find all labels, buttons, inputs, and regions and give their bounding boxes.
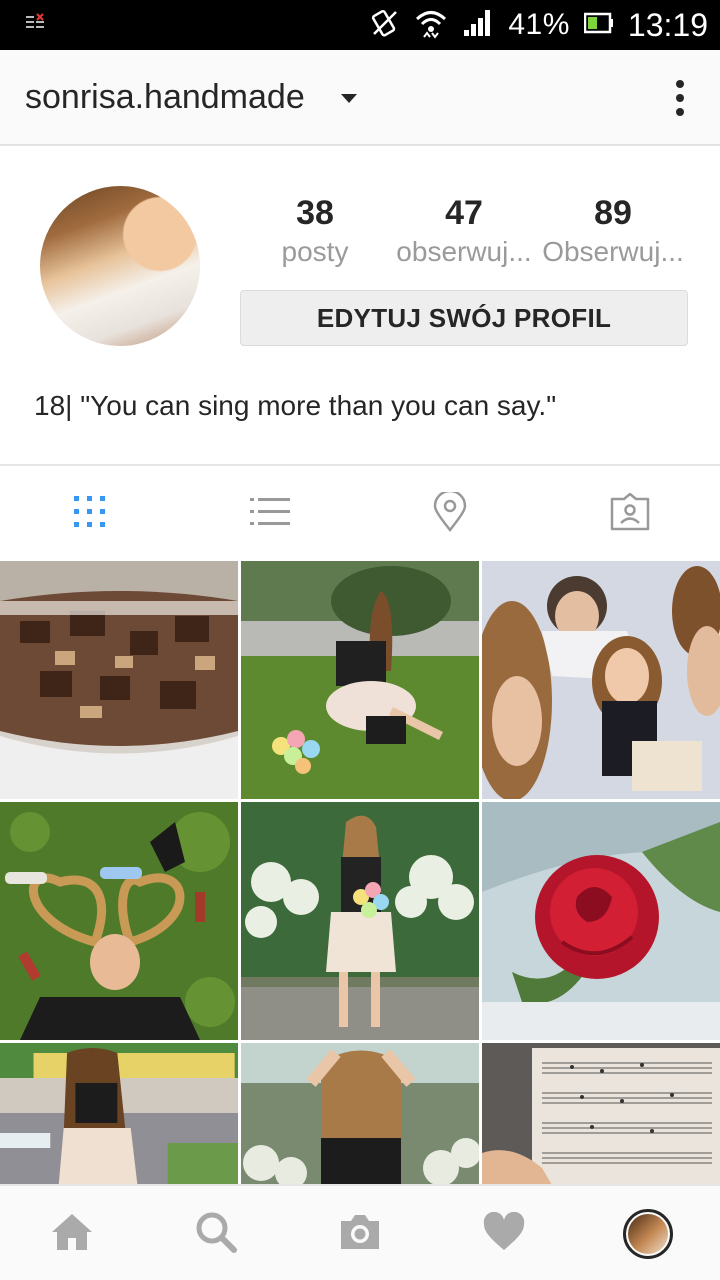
home-icon: [50, 1212, 94, 1257]
tab-list-view[interactable]: [246, 490, 294, 538]
followers-count-value: 89: [594, 194, 632, 232]
profile-avatar[interactable]: [40, 186, 200, 346]
photo-grid: [0, 561, 720, 1185]
no-vibrate-icon: [368, 7, 400, 44]
nav-profile[interactable]: [620, 1206, 676, 1262]
account-switcher-username[interactable]: sonrisa.handmade: [25, 78, 305, 117]
location-pin-icon: [433, 489, 467, 537]
nav-search[interactable]: [188, 1206, 244, 1262]
photo-tile-girl-on-grass[interactable]: [241, 561, 479, 799]
photo-tile-girl-from-behind[interactable]: [0, 1043, 238, 1185]
more-options-icon[interactable]: [676, 78, 684, 123]
wifi-icon: [414, 7, 448, 44]
nav-home[interactable]: [44, 1206, 100, 1262]
following-count-value: 47: [445, 194, 483, 232]
status-bar: 41% 13:19: [0, 0, 720, 50]
nav-activity[interactable]: [476, 1206, 532, 1262]
battery-percent: 41%: [508, 8, 570, 41]
photo-tile-girl-hands-on-head[interactable]: [241, 1043, 479, 1185]
photo-tile-girl-lying-hearts[interactable]: [0, 802, 238, 1040]
photo-tile-girl-standing-balloons[interactable]: [241, 802, 479, 1040]
photo-tile-red-rose[interactable]: [482, 802, 720, 1040]
signal-icon: [462, 8, 494, 43]
photo-tile-chocolate[interactable]: [0, 561, 238, 799]
tab-grid-view[interactable]: [66, 490, 114, 538]
tab-tagged-photos[interactable]: [606, 490, 654, 538]
following-count[interactable]: 47 obserwuj...: [389, 192, 539, 268]
chevron-down-icon[interactable]: [340, 92, 358, 110]
following-count-label: obserwuj...: [396, 236, 532, 267]
list-icon: [250, 496, 290, 533]
posts-count-value: 38: [296, 194, 334, 232]
clock: 13:19: [627, 6, 708, 43]
profile-stats: 38 posty 47 obserwuj... 89 Obserwuj...: [240, 192, 688, 272]
nav-camera[interactable]: [332, 1206, 388, 1262]
search-icon: [194, 1210, 238, 1259]
app-header: sonrisa.handmade: [0, 50, 720, 146]
battery-icon: [583, 11, 614, 40]
edit-profile-button[interactable]: EDYTUJ SWÓJ PROFIL: [240, 290, 688, 346]
followers-count-label: Obserwuj...: [542, 236, 684, 267]
notification-icon: [24, 12, 48, 36]
tagged-photos-icon: [610, 492, 650, 536]
bottom-navigation: [0, 1184, 720, 1280]
followers-count[interactable]: 89 Obserwuj...: [538, 192, 688, 268]
profile-avatar-icon: [623, 1209, 673, 1259]
camera-icon: [337, 1212, 383, 1257]
photo-tile-sheet-music[interactable]: [482, 1043, 720, 1185]
heart-icon: [482, 1211, 526, 1257]
profile-bio: 18| "You can sing more than you can say.…: [34, 390, 557, 421]
posts-count[interactable]: 38 posty: [240, 192, 390, 268]
tab-places[interactable]: [426, 489, 474, 538]
grid-icon: [73, 495, 107, 534]
photo-tile-friends-selfie[interactable]: [482, 561, 720, 799]
posts-count-label: posty: [281, 236, 349, 267]
tabs-divider: [0, 464, 720, 466]
